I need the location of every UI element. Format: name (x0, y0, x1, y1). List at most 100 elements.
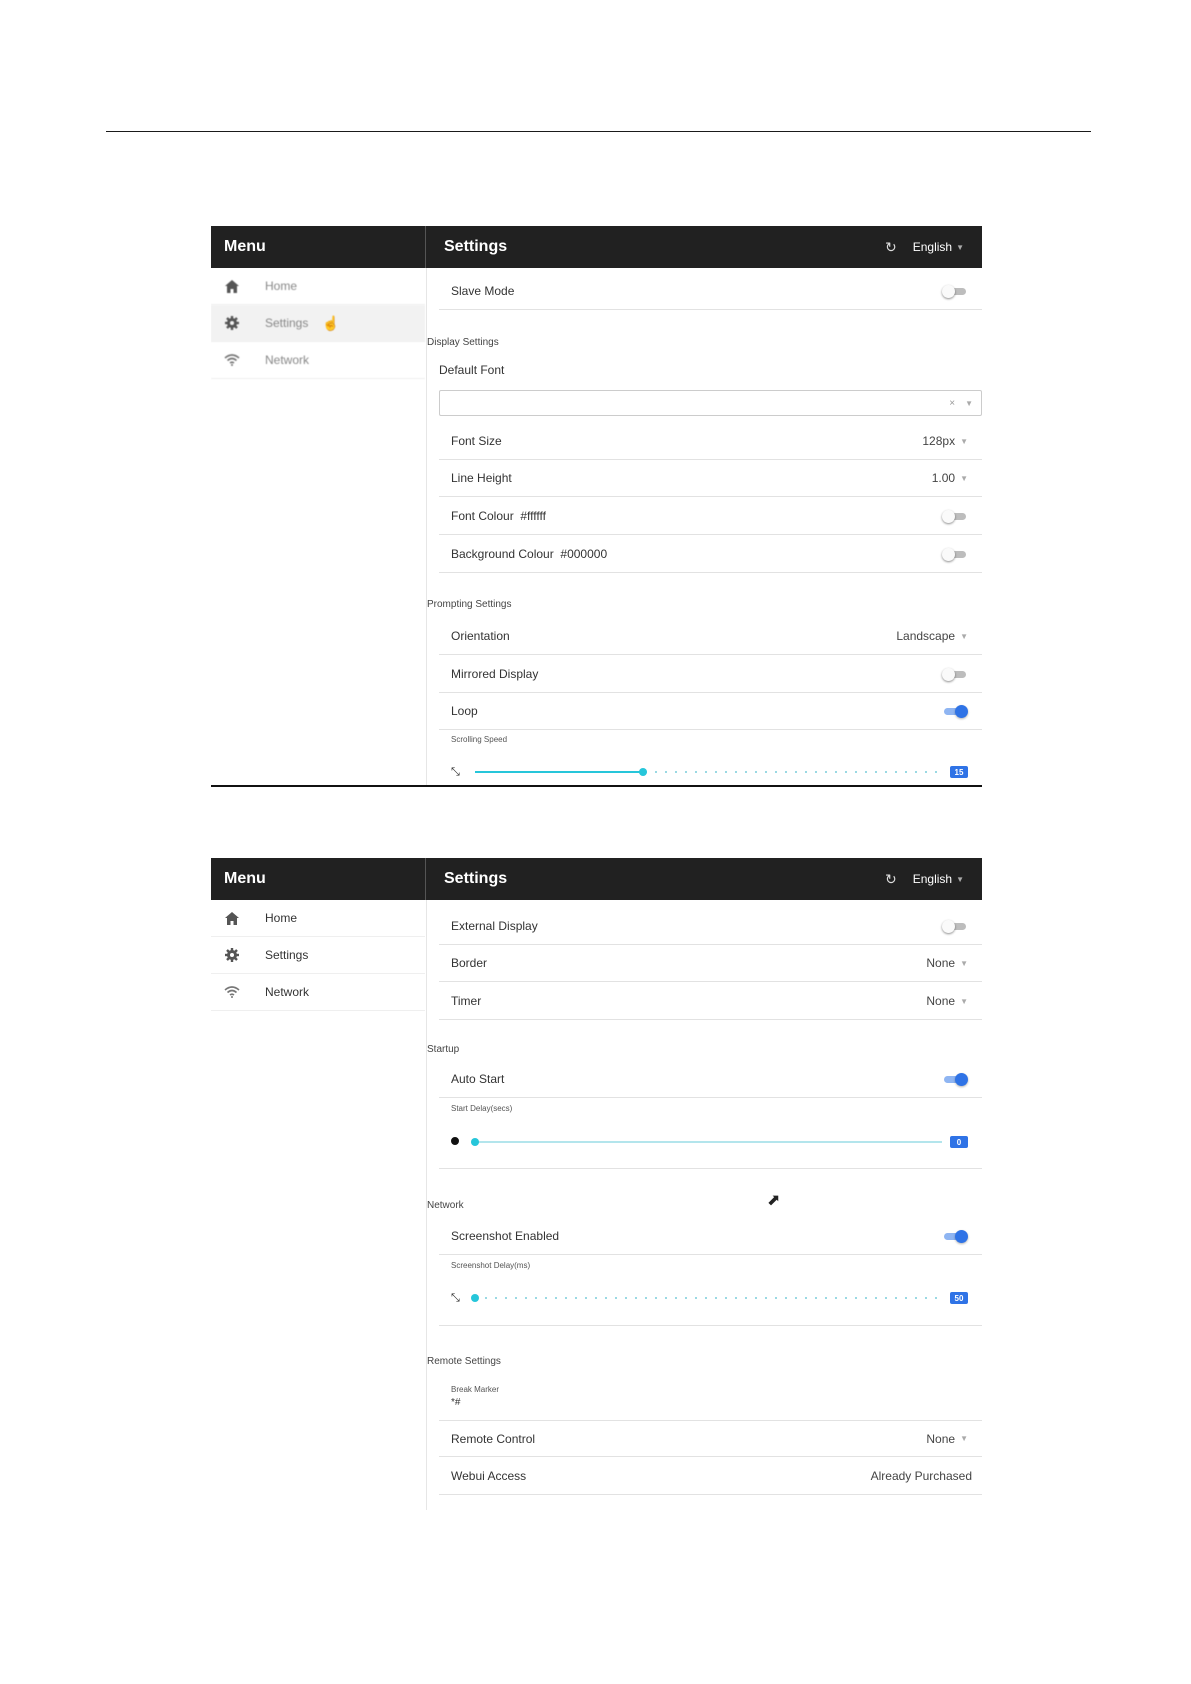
header-actions: ↻ English ▼ (885, 239, 964, 256)
arrow-cursor-icon: ⬈ (767, 1192, 781, 1209)
font-size-row[interactable]: Font Size 128px ▼ (439, 423, 982, 460)
font-colour-label: Font Colour (451, 509, 514, 523)
chevron-down-icon: ▼ (960, 1434, 968, 1443)
settings-content: Slave Mode Display Settings Default Font… (426, 268, 982, 787)
remote-control-row[interactable]: Remote Control None ▼ (439, 1420, 982, 1457)
external-display-label: External Display (451, 919, 538, 933)
start-delay-slider[interactable]: 0 (451, 1134, 968, 1150)
network-heading: Network (427, 1200, 464, 1211)
slider-rail[interactable] (475, 768, 942, 776)
sidebar-item-settings[interactable]: Settings (211, 937, 425, 974)
default-font-label: Default Font (439, 363, 505, 377)
timer-value: None (926, 994, 956, 1008)
screenshot-enabled-row: Screenshot Enabled (439, 1218, 982, 1255)
slider-thumb[interactable] (471, 1294, 479, 1302)
chevron-down-icon: ▼ (965, 398, 973, 408)
chevron-down-icon: ▼ (960, 996, 968, 1006)
settings-content: External Display Border None ▼ Timer None… (426, 900, 982, 1510)
timer-row[interactable]: Timer None ▼ (439, 983, 982, 1020)
screenshot-enabled-toggle[interactable] (942, 1229, 968, 1243)
font-colour-value: #ffffff (520, 509, 546, 523)
slider-thumb[interactable] (639, 768, 648, 776)
settings-screenshot-1: Menu Settings ↻ English ▼ Home Settings ☝… (211, 226, 982, 787)
language-select[interactable]: English ▼ (913, 240, 964, 254)
border-row[interactable]: Border None ▼ (439, 945, 982, 982)
slave-mode-toggle[interactable] (942, 284, 968, 298)
remote-settings-heading: Remote Settings (427, 1356, 501, 1367)
refresh-icon[interactable]: ↻ (885, 239, 897, 256)
sidebar: Home Settings Network (211, 900, 425, 1510)
start-delay-label: Start Delay(secs) (451, 1104, 513, 1113)
sidebar-item-network[interactable]: Network (211, 974, 425, 1011)
remote-control-value: None (926, 1431, 956, 1446)
loop-row: Loop (439, 693, 982, 730)
border-value: None (926, 956, 956, 970)
orientation-row[interactable]: Orientation Landscape ▼ (439, 618, 982, 655)
clear-icon[interactable]: × (949, 398, 955, 409)
mirrored-display-label: Mirrored Display (451, 667, 539, 681)
slider-thumb[interactable] (471, 1138, 479, 1146)
screenshot-delay-value: 50 (950, 1292, 968, 1304)
background-colour-value: #000000 (560, 547, 608, 561)
settings-title: Settings (444, 870, 508, 887)
default-font-select[interactable]: × ▼ (439, 390, 982, 416)
settings-screenshot-2: Menu Settings ↻ English ▼ Home Settings N… (211, 858, 982, 1510)
sidebar-item-label: Network (265, 985, 310, 999)
menu-header: Menu (211, 226, 425, 268)
chevron-down-icon: ▼ (960, 958, 968, 968)
screenshot-delay-label: Screenshot Delay(ms) (451, 1261, 531, 1270)
chevron-down-icon: ▼ (960, 631, 968, 641)
auto-start-toggle[interactable] (942, 1072, 968, 1086)
slider-fill (475, 771, 644, 773)
slave-mode-row: Slave Mode (439, 273, 982, 310)
screenshot-enabled-label: Screenshot Enabled (451, 1229, 560, 1243)
font-colour-toggle[interactable] (942, 509, 968, 523)
header-actions: ↻ English ▼ (885, 871, 964, 888)
sidebar-item-network[interactable]: Network (211, 342, 425, 379)
sidebar-item-settings[interactable]: Settings ☝ (211, 305, 425, 342)
home-icon (221, 911, 243, 925)
remote-control-label: Remote Control (451, 1431, 536, 1446)
sidebar: Home Settings ☝ Network (211, 268, 425, 787)
break-marker-value[interactable]: *# (451, 1397, 460, 1408)
expand-icon[interactable]: ⤡ (451, 766, 471, 779)
menu-title: Menu (224, 870, 266, 887)
stop-icon[interactable] (451, 1137, 459, 1145)
chevron-down-icon: ▼ (956, 874, 964, 884)
sidebar-item-home[interactable]: Home (211, 268, 425, 305)
wifi-icon (221, 986, 243, 998)
screenshot-delay-slider[interactable]: ⤡ 50 (451, 1290, 968, 1306)
external-display-row: External Display (439, 908, 982, 945)
scrolling-speed-label: Scrolling Speed (451, 735, 508, 744)
sidebar-item-label: Settings (265, 948, 309, 962)
slave-mode-label: Slave Mode (451, 284, 515, 298)
mirrored-display-toggle[interactable] (942, 667, 968, 681)
scrolling-speed-slider[interactable]: ⤡ 15 (451, 764, 968, 780)
orientation-label: Orientation (451, 629, 510, 643)
wifi-icon (221, 354, 243, 366)
settings-title: Settings (444, 238, 508, 255)
line-height-row[interactable]: Line Height 1.00 ▼ (439, 460, 982, 497)
mirrored-display-row: Mirrored Display (439, 656, 982, 693)
screenshot-bottom-rule (211, 785, 982, 787)
refresh-icon[interactable]: ↻ (885, 871, 897, 888)
language-value: English (912, 872, 953, 886)
sidebar-item-home[interactable]: Home (211, 900, 425, 937)
menu-title: Menu (224, 238, 266, 255)
loop-label: Loop (451, 704, 478, 718)
settings-header: Settings ↻ English ▼ (426, 226, 982, 268)
language-select[interactable]: English ▼ (913, 872, 964, 886)
line-height-label: Line Height (451, 471, 512, 485)
sidebar-item-label: Network (265, 353, 310, 367)
chevron-down-icon: ▼ (960, 473, 968, 483)
external-display-toggle[interactable] (942, 919, 968, 933)
background-colour-toggle[interactable] (942, 547, 968, 561)
hand-pointer-icon: ☝ (322, 314, 340, 331)
gear-icon (221, 948, 243, 962)
loop-toggle[interactable] (942, 704, 968, 718)
expand-icon[interactable]: ⤡ (451, 1292, 471, 1305)
sidebar-item-label: Home (265, 911, 298, 925)
prompting-settings-heading: Prompting Settings (427, 599, 512, 610)
slider-rail[interactable] (471, 1138, 942, 1146)
slider-rail[interactable] (471, 1294, 942, 1302)
